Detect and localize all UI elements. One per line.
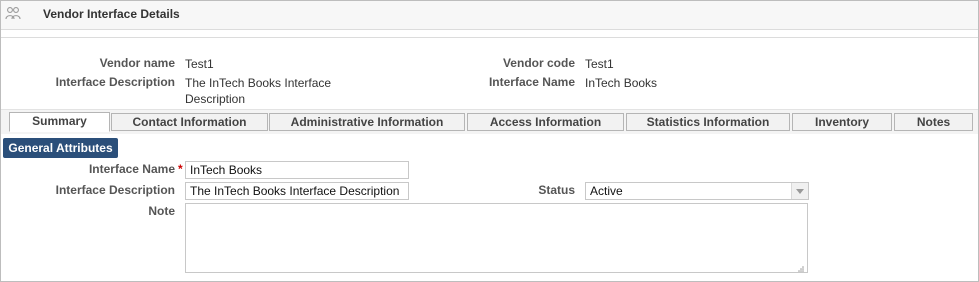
interface-description-value-line2: Description	[185, 92, 246, 106]
tab-notes[interactable]: Notes	[894, 113, 973, 131]
interface-name-label: Interface Name	[488, 75, 575, 89]
vendor-name-label: Vendor name	[99, 56, 175, 70]
vendors-icon	[5, 6, 21, 22]
interface-name-input[interactable]	[185, 161, 409, 179]
vendor-code-value: Test1	[585, 57, 614, 71]
interface-description-input[interactable]	[185, 182, 409, 200]
status-select[interactable]: Active	[585, 182, 809, 200]
note-label: Note	[148, 204, 175, 218]
resize-grip-icon[interactable]	[796, 261, 804, 272]
form-interface-name-label: Interface Name	[88, 162, 175, 176]
title-bar: Vendor Interface Details	[1, 1, 978, 30]
tab-administrative-information[interactable]: Administrative Information	[269, 113, 465, 131]
status-label: Status	[538, 183, 575, 197]
tab-summary[interactable]: Summary	[9, 112, 110, 132]
vendor-interface-panel: Vendor Interface Details Vendor name Tes…	[0, 0, 979, 282]
tab-statistics-information[interactable]: Statistics Information	[626, 113, 790, 131]
divider	[1, 37, 978, 38]
tab-access-information[interactable]: Access Information	[467, 113, 624, 131]
interface-description-value-line1: The InTech Books Interface	[185, 76, 332, 90]
chevron-down-icon[interactable]	[791, 183, 808, 199]
vendor-name-value: Test1	[185, 57, 214, 71]
tab-inventory[interactable]: Inventory	[792, 113, 892, 131]
tab-contact-information[interactable]: Contact Information	[111, 113, 268, 131]
interface-name-value: InTech Books	[585, 76, 658, 90]
vendor-code-label: Vendor code	[502, 56, 575, 70]
required-marker: *	[178, 162, 183, 176]
page-title: Vendor Interface Details	[43, 7, 180, 21]
interface-description-label: Interface Description	[55, 75, 175, 89]
form-interface-description-label: Interface Description	[55, 183, 175, 197]
status-selected-value: Active	[590, 184, 623, 198]
general-attributes-header[interactable]: General Attributes	[3, 138, 118, 158]
note-textarea[interactable]	[185, 203, 808, 273]
